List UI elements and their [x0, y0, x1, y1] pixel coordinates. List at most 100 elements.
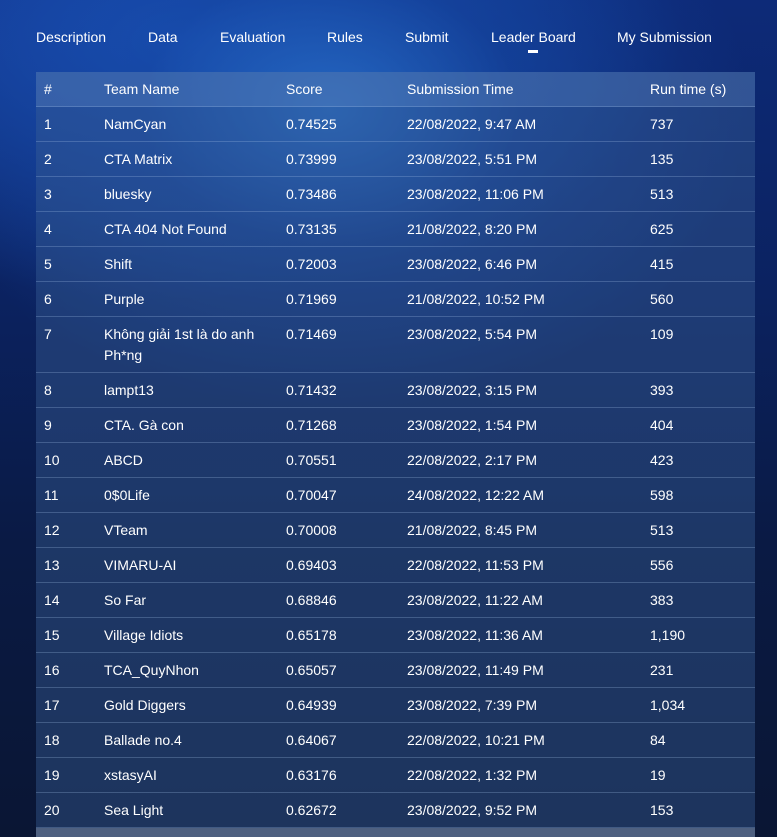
tab-leader-board[interactable]: Leader Board [491, 29, 576, 45]
cell-rank: 2 [44, 151, 52, 167]
table-row[interactable]: 18 Ballade no.4 0.64067 22/08/2022, 10:21 P… [36, 723, 755, 758]
table-row[interactable]: 20 Sea Light 0.62672 23/08/2022, 9:52 PM 153 [36, 793, 755, 828]
cell-rank: 7 [44, 326, 52, 342]
table-header-row: # Team Name Score Submission Time Run ti… [36, 72, 755, 107]
tab-data[interactable]: Data [148, 29, 178, 45]
cell-score: 0.73135 [286, 221, 337, 237]
cell-rank: 14 [44, 592, 60, 608]
cell-submission-time: 24/08/2022, 12:22 AM [407, 487, 544, 503]
cell-rank: 18 [44, 732, 60, 748]
tab-description[interactable]: Description [36, 29, 106, 45]
cell-submission-time: 22/08/2022, 9:47 AM [407, 116, 537, 132]
cell-run-time: 513 [650, 186, 674, 202]
cell-team-name: VIMARU-AI [104, 557, 177, 573]
cell-score: 0.65057 [286, 662, 337, 678]
cell-run-time: 84 [650, 732, 666, 748]
cell-run-time: 560 [650, 291, 674, 307]
cell-score: 0.70551 [286, 452, 337, 468]
cell-submission-time: 23/08/2022, 5:51 PM [407, 151, 537, 167]
cell-rank: 8 [44, 382, 52, 398]
cell-submission-time: 23/08/2022, 6:46 PM [407, 256, 537, 272]
cell-rank: 9 [44, 417, 52, 433]
cell-score: 0.64939 [286, 697, 337, 713]
cell-team-name: CTA Matrix [104, 151, 173, 167]
cell-run-time: 513 [650, 522, 674, 538]
table-row[interactable]: 3 bluesky 0.73486 23/08/2022, 11:06 PM 513 [36, 177, 755, 212]
table-row[interactable]: 17 Gold Diggers 0.64939 23/08/2022, 7:39 PM… [36, 688, 755, 723]
cell-run-time: 1,034 [650, 697, 686, 713]
cell-run-time: 383 [650, 592, 674, 608]
cell-team-name: 0$0Life [104, 487, 150, 503]
table-row[interactable]: 6 Purple 0.71969 21/08/2022, 10:52 PM 560 [36, 282, 755, 317]
column-header-submission-time: Submission Time [407, 81, 514, 97]
column-header-rank: # [44, 81, 52, 97]
cell-run-time: 556 [650, 557, 674, 573]
active-tab-indicator [528, 50, 538, 53]
cell-run-time: 423 [650, 452, 674, 468]
cell-score: 0.69403 [286, 557, 337, 573]
table-row[interactable]: 8 lampt13 0.71432 23/08/2022, 3:15 PM 393 [36, 373, 755, 408]
cell-team-name: Ballade no.4 [104, 732, 182, 748]
cell-team-name: CTA 404 Not Found [104, 221, 227, 237]
table-row[interactable]: 5 Shift 0.72003 23/08/2022, 6:46 PM 415 [36, 247, 755, 282]
cell-team-name: CTA. Gà con [104, 417, 184, 433]
cell-run-time: 231 [650, 662, 674, 678]
tab-rules[interactable]: Rules [327, 29, 363, 45]
table-row[interactable]: 15 Village Idiots 0.65178 23/08/2022, 11:36… [36, 618, 755, 653]
cell-score: 0.73486 [286, 186, 337, 202]
cell-rank: 17 [44, 697, 60, 713]
cell-team-name: Purple [104, 291, 145, 307]
cell-team-name: NamCyan [104, 116, 167, 132]
tab-submit[interactable]: Submit [405, 29, 449, 45]
cell-run-time: 135 [650, 151, 674, 167]
cell-submission-time: 21/08/2022, 10:52 PM [407, 291, 545, 307]
cell-score: 0.63176 [286, 767, 337, 783]
table-row[interactable]: 4 CTA 404 Not Found 0.73135 21/08/2022, 8:2… [36, 212, 755, 247]
cell-run-time: 19 [650, 767, 666, 783]
table-row[interactable]: 19 xstasyAI 0.63176 22/08/2022, 1:32 PM 19 [36, 758, 755, 793]
cell-team-name: bluesky [104, 186, 152, 202]
cell-score: 0.71969 [286, 291, 337, 307]
cell-score: 0.68846 [286, 592, 337, 608]
cell-team-name: lampt13 [104, 382, 154, 398]
cell-score: 0.72003 [286, 256, 337, 272]
tab-evaluation[interactable]: Evaluation [220, 29, 285, 45]
tab-navigation: Description Data Evaluation Rules Submit… [0, 0, 777, 72]
table-row[interactable]: 11 0$0Life 0.70047 24/08/2022, 12:22 AM 598 [36, 478, 755, 513]
cell-score: 0.71268 [286, 417, 337, 433]
cell-submission-time: 23/08/2022, 11:36 AM [407, 627, 543, 643]
cell-submission-time: 22/08/2022, 11:53 PM [407, 557, 544, 573]
cell-rank: 12 [44, 522, 60, 538]
cell-team-name: So Far [104, 592, 147, 608]
cell-score: 0.74525 [286, 116, 337, 132]
cell-rank: 3 [44, 186, 52, 202]
table-row[interactable]: 14 So Far 0.68846 23/08/2022, 11:22 AM 383 [36, 583, 755, 618]
cell-rank: 6 [44, 291, 52, 307]
cell-submission-time: 22/08/2022, 2:17 PM [407, 452, 537, 468]
cell-team-name: Gold Diggers [104, 697, 186, 713]
table-row[interactable]: 13 VIMARU-AI 0.69403 22/08/2022, 11:53 PM 55… [36, 548, 755, 583]
leaderboard-table: # Team Name Score Submission Time Run ti… [36, 72, 755, 837]
cell-rank: 13 [44, 557, 60, 573]
cell-rank: 4 [44, 221, 52, 237]
table-row[interactable]: 12 VTeam 0.70008 21/08/2022, 8:45 PM 513 [36, 513, 755, 548]
cell-rank: 11 [44, 487, 59, 503]
cell-run-time: 598 [650, 487, 674, 503]
cell-score: 0.70008 [286, 522, 337, 538]
cell-team-name: Shift [104, 256, 133, 272]
cell-submission-time: 23/08/2022, 1:54 PM [407, 417, 537, 433]
table-row[interactable]: 1 NamCyan 0.74525 22/08/2022, 9:47 AM 737 [36, 107, 755, 142]
table-row[interactable]: 9 CTA. Gà con 0.71268 23/08/2022, 1:54 PM 40… [36, 408, 755, 443]
column-header-score: Score [286, 81, 323, 97]
cell-submission-time: 22/08/2022, 1:32 PM [407, 767, 537, 783]
cell-score: 0.62672 [286, 802, 337, 818]
tab-my-submission[interactable]: My Submission [617, 29, 712, 45]
cell-run-time: 109 [650, 326, 674, 342]
cell-submission-time: 23/08/2022, 5:54 PM [407, 326, 537, 342]
cell-score: 0.65178 [286, 627, 337, 643]
cell-submission-time: 23/08/2022, 3:15 PM [407, 382, 537, 398]
table-row[interactable]: 10 ABCD 0.70551 22/08/2022, 2:17 PM 423 [36, 443, 755, 478]
table-row[interactable]: 2 CTA Matrix 0.73999 23/08/2022, 5:51 PM 135 [36, 142, 755, 177]
table-row[interactable]: 16 TCA_QuyNhon 0.65057 23/08/2022, 11:49 PM… [36, 653, 755, 688]
table-row[interactable]: 7 Không giải 1st là do anh Ph*ng 0.71469 23… [36, 317, 755, 373]
